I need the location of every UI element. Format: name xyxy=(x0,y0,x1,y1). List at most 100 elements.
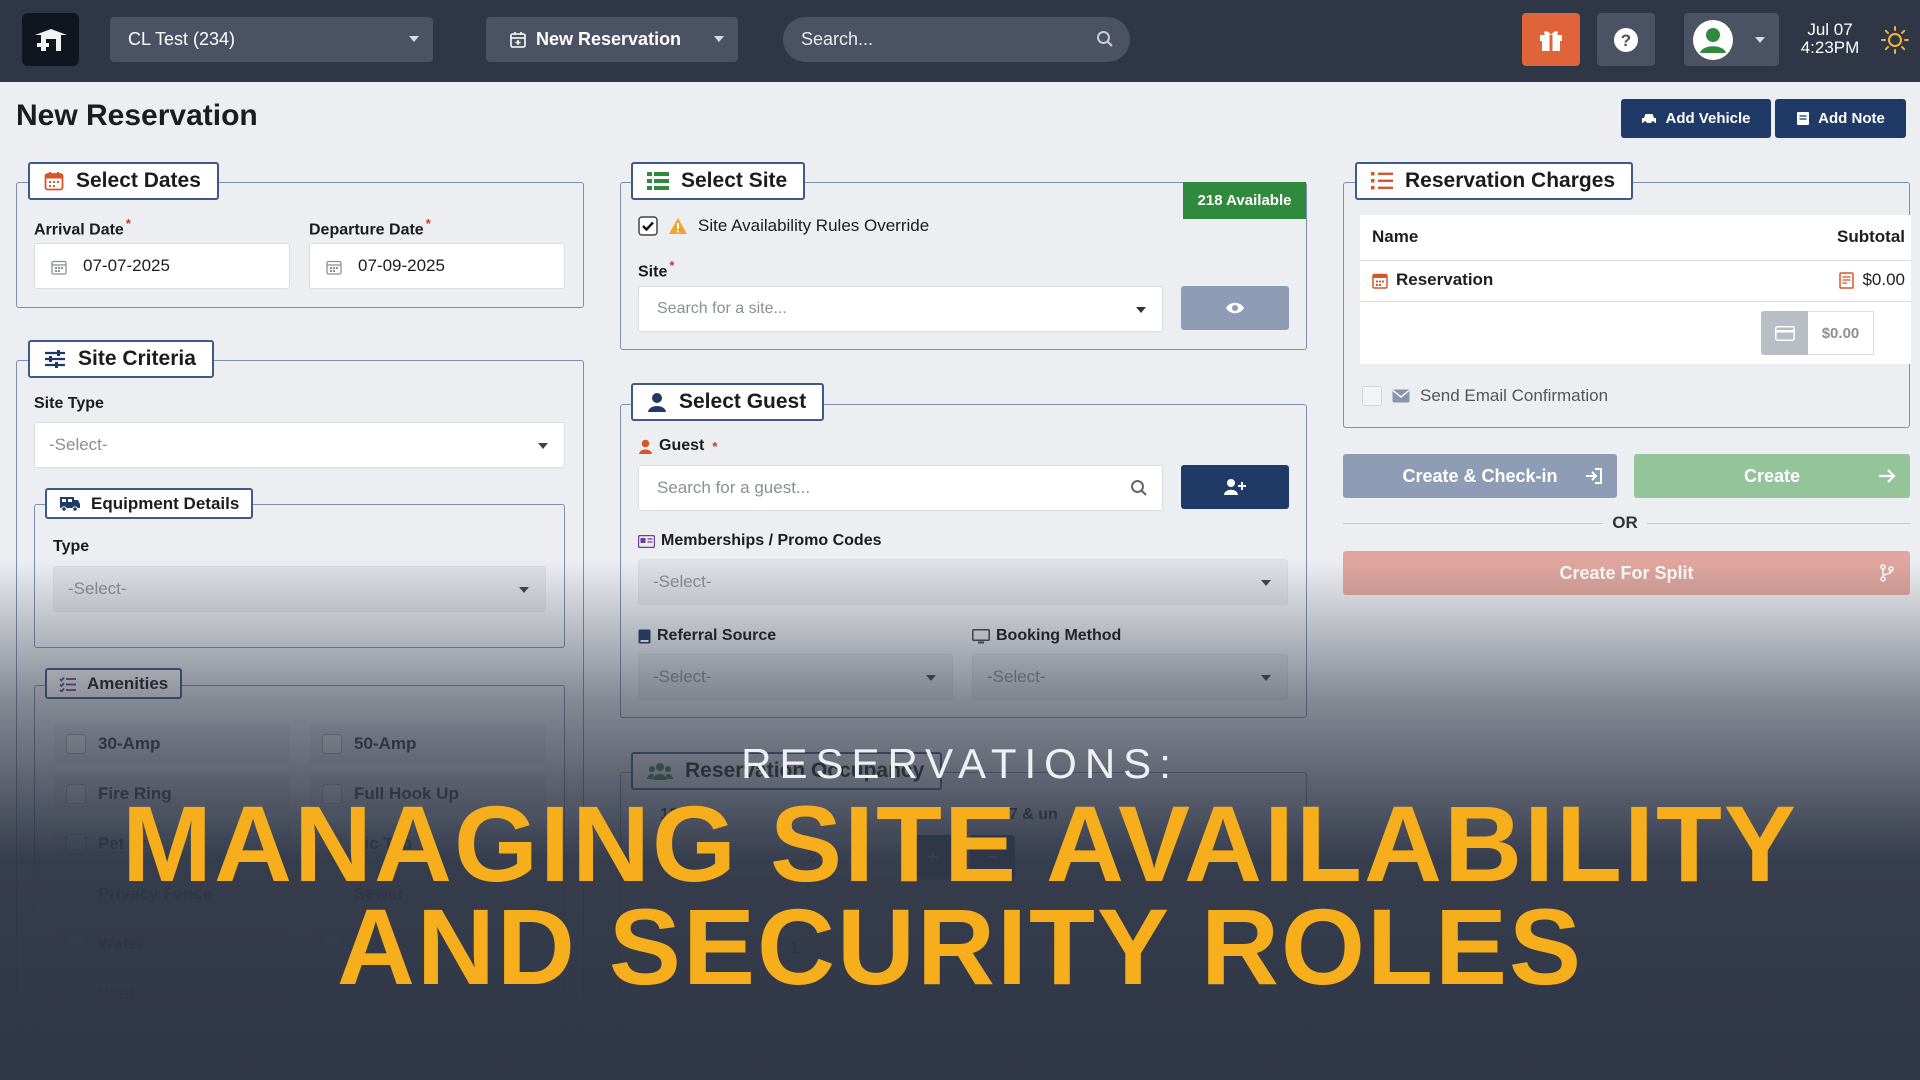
credit-card-icon xyxy=(1774,325,1795,341)
site-label: Site * xyxy=(638,258,674,281)
checkbox[interactable] xyxy=(1362,386,1382,406)
chevron-down-icon xyxy=(538,443,548,449)
site-search-select[interactable]: Search for a site... xyxy=(638,286,1163,332)
chevron-down-icon xyxy=(1755,37,1765,43)
or-separator: OR xyxy=(1603,513,1647,533)
site-type-label: Site Type xyxy=(34,395,104,412)
departure-date-value: 07-09-2025 xyxy=(358,256,445,275)
select-dates-title: Select Dates xyxy=(28,162,219,200)
campground-selector[interactable]: CL Test (234) xyxy=(110,17,433,62)
charge-name: Reservation xyxy=(1396,270,1494,289)
chevron-down-icon xyxy=(926,675,936,681)
chevron-down-icon xyxy=(1261,580,1271,586)
add-vehicle-button[interactable]: Add Vehicle xyxy=(1621,99,1771,138)
overlay-title-line-1: MANAGING SITE AVAILABILITY xyxy=(122,783,1798,904)
sign-in-icon xyxy=(1586,468,1602,484)
checkbox-checked-icon[interactable] xyxy=(638,216,658,236)
gift-icon xyxy=(1540,30,1562,51)
new-reservation-menu[interactable]: New Reservation xyxy=(486,17,738,62)
chevron-down-icon xyxy=(714,36,724,42)
booking-method-select[interactable]: -Select- xyxy=(972,654,1288,700)
select-guest-title: Select Guest xyxy=(631,383,825,421)
date-time-display: Jul 07 4:23PM xyxy=(1790,21,1870,57)
gift-button[interactable] xyxy=(1522,13,1580,66)
overlay-title-line-2: AND SECURITY ROLES xyxy=(336,886,1584,1007)
booking-method-label: Booking Method xyxy=(972,627,1121,645)
receipt-icon xyxy=(1839,271,1855,289)
referral-source-select[interactable]: -Select- xyxy=(638,654,953,700)
select-site-title: Select Site xyxy=(631,162,806,200)
car-icon xyxy=(1642,113,1657,125)
calendar-icon xyxy=(44,172,64,191)
send-email-label: Send Email Confirmation xyxy=(1420,386,1609,405)
top-navigation-bar: CL Test (234) New Reservation Search... xyxy=(0,0,1920,82)
chevron-down-icon xyxy=(409,36,419,42)
calendar-plus-icon xyxy=(510,32,526,48)
add-guest-button[interactable] xyxy=(1181,465,1289,509)
table-row[interactable]: Reservation xyxy=(1372,270,1493,290)
departure-date-label-text: Departure Date xyxy=(309,221,424,239)
reservation-charges-heading: Reservation Charges xyxy=(1405,169,1616,192)
divider xyxy=(1360,301,1911,302)
referral-source-value: -Select- xyxy=(653,667,712,686)
create-checkin-label: Create & Check-in xyxy=(1402,465,1558,486)
site-search-placeholder: Search for a site... xyxy=(657,300,787,317)
calendar-icon xyxy=(326,260,342,275)
chevron-down-icon xyxy=(1136,307,1146,313)
page-title: New Reservation xyxy=(16,99,258,132)
memberships-label: Memberships / Promo Codes xyxy=(638,532,882,550)
add-note-button[interactable]: Add Note xyxy=(1775,99,1906,138)
equipment-type-label: Type xyxy=(53,538,90,555)
create-checkin-button[interactable]: Create & Check-in xyxy=(1343,454,1617,498)
guest-label-text: Guest xyxy=(659,437,705,454)
departure-date-label: Departure Date * xyxy=(309,216,431,239)
override-label: Site Availability Rules Override xyxy=(698,216,930,235)
equipment-type-select[interactable]: -Select- xyxy=(53,566,546,612)
site-criteria-heading: Site Criteria xyxy=(78,347,196,370)
send-email-row[interactable]: Send Email Confirmation xyxy=(1362,386,1608,406)
payment-icon-box xyxy=(1761,311,1808,355)
site-type-value: -Select- xyxy=(49,435,108,454)
departure-date-input[interactable]: 07-09-2025 xyxy=(309,243,565,289)
reservation-charges-title: Reservation Charges xyxy=(1355,162,1634,200)
guest-search-input[interactable]: Search for a guest... xyxy=(638,465,1163,511)
equipment-details-title: Equipment Details xyxy=(45,488,254,519)
arrival-date-label: Arrival Date * xyxy=(34,216,131,239)
select-guest-heading: Select Guest xyxy=(679,390,807,413)
arrow-right-icon xyxy=(1879,469,1896,483)
calendar-icon xyxy=(51,260,67,275)
site-label-text: Site xyxy=(638,263,668,281)
campground-selector-label: CL Test (234) xyxy=(128,29,236,49)
equipment-type-value: -Select- xyxy=(68,579,127,598)
grid-list-icon xyxy=(647,172,669,190)
app-logo[interactable] xyxy=(22,13,79,66)
create-label: Create xyxy=(1743,465,1801,486)
view-site-button[interactable] xyxy=(1181,286,1289,330)
new-reservation-label: New Reservation xyxy=(536,29,682,49)
id-card-icon xyxy=(638,534,655,548)
amenities-heading: Amenities xyxy=(87,673,169,693)
arrival-date-input[interactable]: 07-07-2025 xyxy=(34,243,290,289)
svg-text:?: ? xyxy=(1621,31,1631,50)
current-time: 4:23PM xyxy=(1800,38,1860,57)
question-circle-icon: ? xyxy=(1614,27,1638,52)
select-site-heading: Select Site xyxy=(681,169,788,192)
site-type-select[interactable]: -Select- xyxy=(34,422,565,468)
create-button[interactable]: Create xyxy=(1634,454,1910,498)
equipment-details-heading: Equipment Details xyxy=(91,493,240,513)
override-checkbox-row[interactable]: Site Availability Rules Override xyxy=(638,216,929,236)
user-plus-icon xyxy=(1224,479,1246,495)
sun-icon[interactable] xyxy=(1880,25,1910,55)
global-search-input[interactable]: Search... xyxy=(783,17,1130,62)
site-criteria-title: Site Criteria xyxy=(28,340,214,378)
search-icon xyxy=(1131,480,1147,496)
memberships-select[interactable]: -Select- xyxy=(638,559,1288,605)
user-menu[interactable] xyxy=(1684,13,1779,66)
help-button[interactable]: ? xyxy=(1597,13,1655,66)
warning-icon xyxy=(669,218,687,234)
envelope-icon xyxy=(1392,389,1410,403)
create-for-split-button[interactable]: Create For Split xyxy=(1343,551,1910,595)
guest-label: Guest * xyxy=(638,437,717,455)
referral-source-label: Referral Source xyxy=(638,627,776,645)
user-icon xyxy=(639,439,652,454)
